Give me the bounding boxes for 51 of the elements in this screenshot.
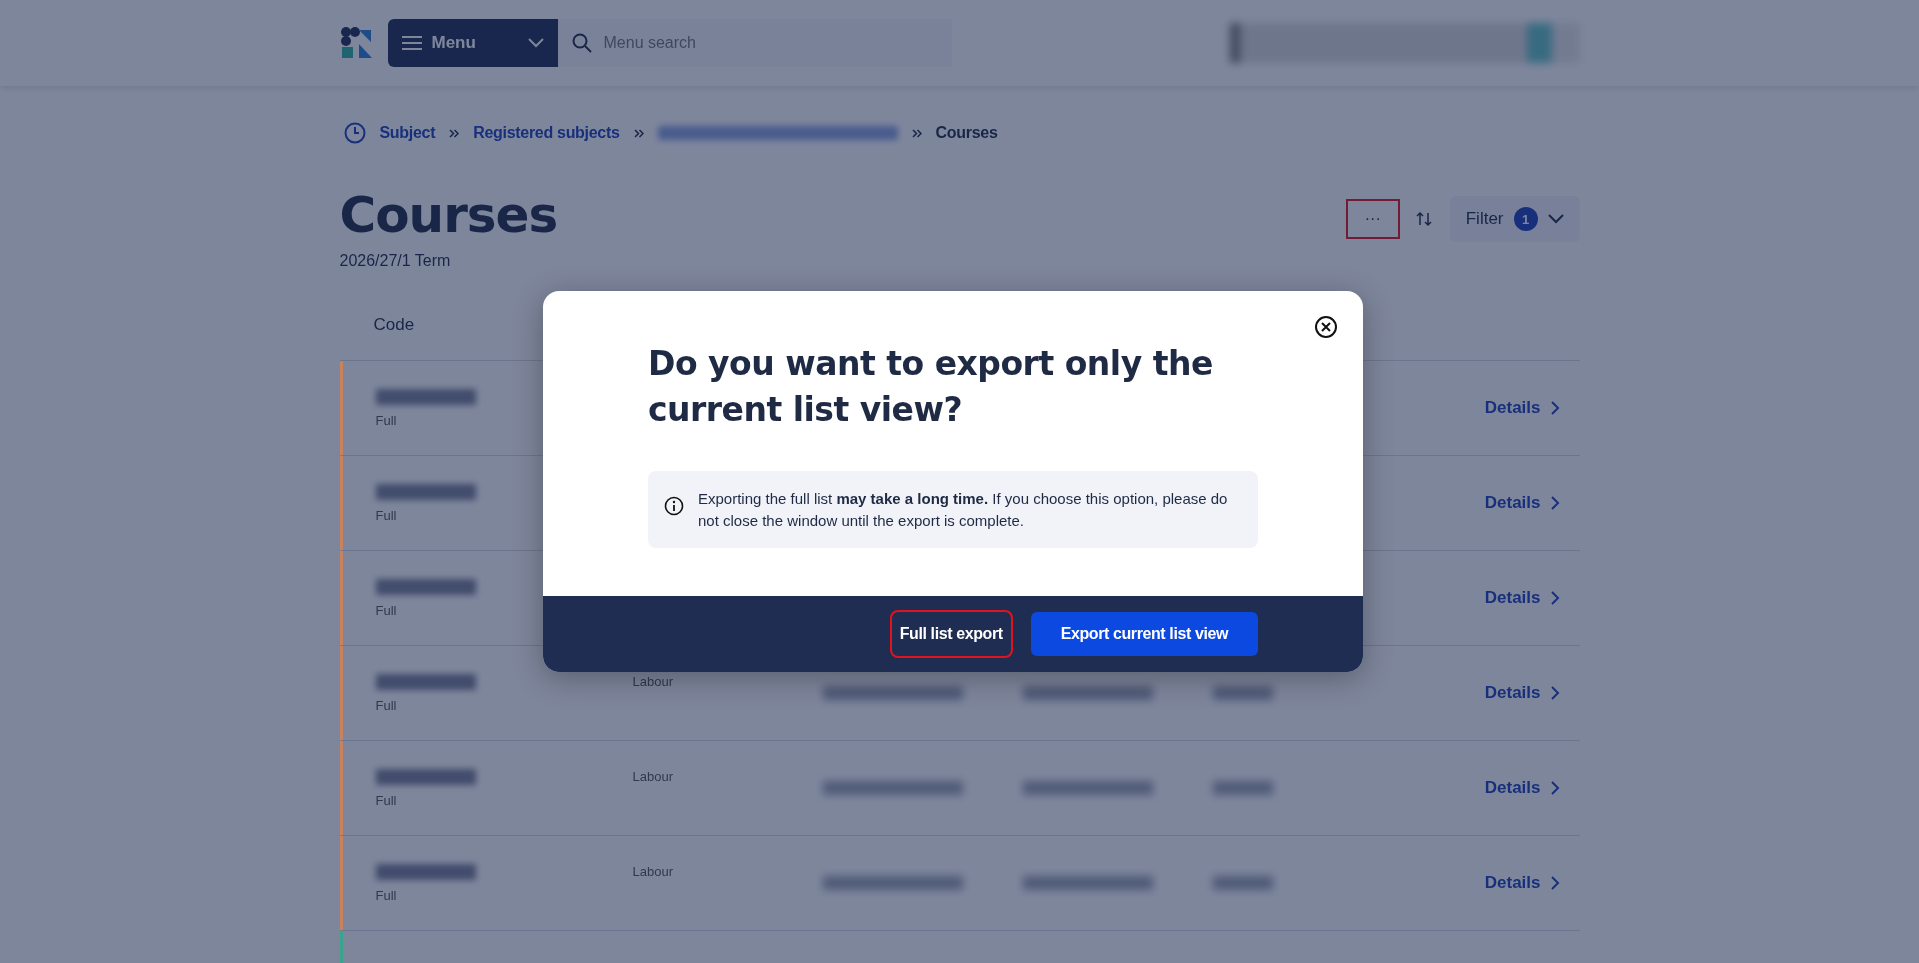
breadcrumb-current: Courses [935,124,998,142]
details-link[interactable]: Details [1484,588,1560,608]
search-icon [571,33,592,53]
sort-icon[interactable] [1415,211,1432,227]
chevron-right-icon [1550,496,1560,510]
app-logo[interactable] [339,26,374,60]
table-cell-text: Full [375,507,398,523]
double-chevron-icon [449,128,460,138]
page-subtitle: 2026/27/1 Term [339,252,452,270]
filter-button[interactable]: Filter 1 [1449,196,1580,242]
table-cell: Labour [632,863,673,879]
details-link[interactable]: Details [1484,778,1560,798]
column-header: Code [373,315,415,335]
clock-icon [343,122,366,144]
breadcrumb-link[interactable]: Subject [379,124,436,142]
blurred-cell [1212,876,1273,890]
filter-count-badge: 1 [1513,207,1538,231]
chevron-right-icon [1550,876,1560,890]
info-text: Exporting the full list may take a long time. If you choose this option, please do not close the window until the export is complete. [698,489,1229,531]
table-cell-text: Full [375,792,398,808]
chevron-right-icon [1550,781,1560,795]
chevron-right-icon [1550,591,1560,605]
double-chevron-icon [911,128,922,138]
details-link[interactable]: Details [1484,493,1560,513]
table-cell: Labour [632,673,673,689]
search-field[interactable]: Menu search [557,19,952,67]
table-cell-text: Full [375,697,398,713]
dialog-title: Do you want to export only the current list view? [648,343,1214,431]
more-button[interactable]: ··· [1347,201,1398,237]
table-cell-text: Full [375,412,398,428]
close-icon[interactable] [1314,315,1338,339]
chevron-down-icon [1547,214,1564,224]
info-icon [664,496,684,516]
double-chevron-icon [633,128,644,138]
table-cell-text: Full [375,887,398,903]
table-cell-text: Full [375,602,398,618]
menu-button[interactable]: Menu [387,19,558,67]
chevron-right-icon [1550,686,1560,700]
menu-icon [401,35,422,51]
page-title: Courses [339,186,558,244]
table-cell: Labour [632,768,673,784]
full-export-button[interactable]: Full list export [891,612,1011,656]
blurred-cell [1212,781,1273,795]
blurred-cell [1212,686,1273,700]
chevron-right-icon [1550,401,1560,415]
details-link[interactable]: Details [1484,683,1560,703]
chevron-down-icon [527,38,544,48]
details-link[interactable]: Details [1484,398,1560,418]
breadcrumb-link[interactable]: Registered subjects [473,124,620,142]
export-view-button[interactable]: Export current list view [1030,612,1258,656]
details-link[interactable]: Details [1484,873,1560,893]
